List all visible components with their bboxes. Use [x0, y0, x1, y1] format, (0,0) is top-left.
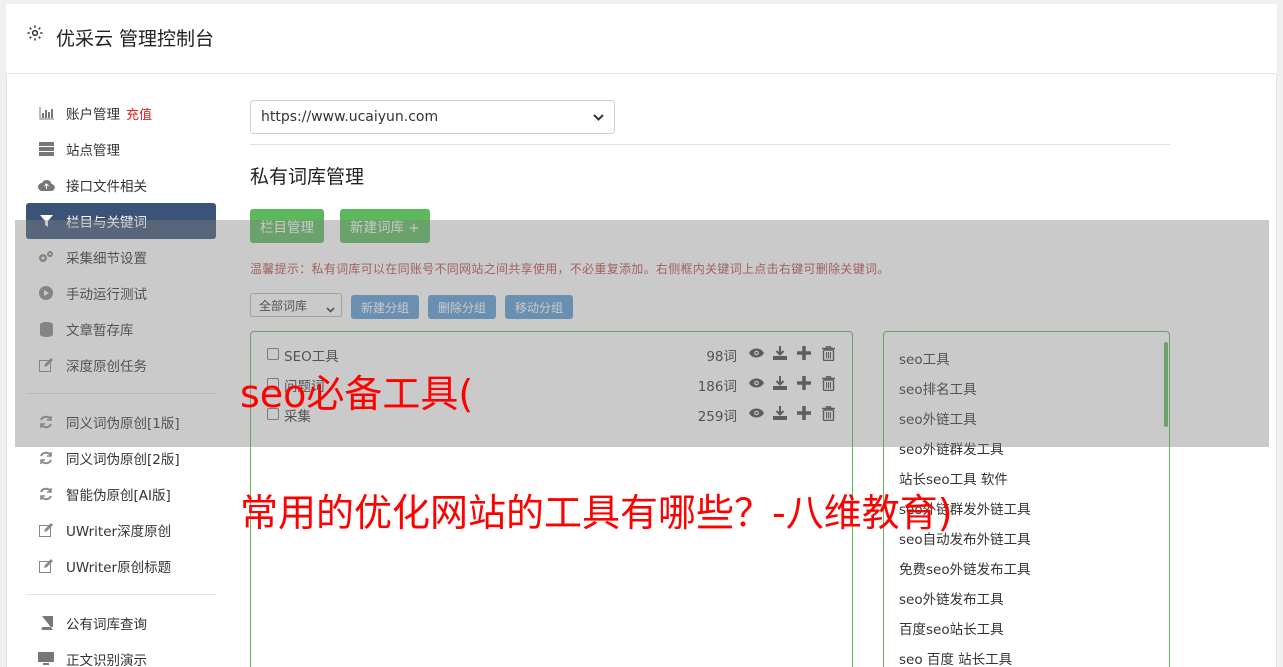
sidebar-item-account[interactable]: 账户管理 充值 [26, 95, 216, 131]
refresh-icon [37, 485, 55, 503]
cloud-upload-icon [37, 176, 55, 194]
sidebar-item-uwriter-deep[interactable]: UWriter深度原创 [26, 512, 216, 548]
edit-icon [37, 557, 55, 575]
sidebar-item-text-recognition[interactable]: 正文识别演示 [26, 641, 216, 667]
sidebar-item-label: 账户管理 [66, 107, 120, 123]
book-icon [37, 614, 55, 632]
app-header: 优采云 管理控制台 [6, 4, 1277, 74]
divider [250, 144, 1170, 145]
sidebar-item-label: 接口文件相关 [66, 179, 147, 195]
keyword-item[interactable]: seo外链发布工具 [899, 588, 1004, 608]
keyword-item[interactable]: seo 百度 站长工具 [899, 648, 1012, 667]
keyword-item[interactable]: 百度seo站长工具 [899, 618, 1004, 638]
sidebar-item-label: 公有词库查询 [66, 617, 147, 633]
bar-chart-icon [37, 104, 55, 122]
overlay-headline-line1: seo必备工具( [240, 372, 474, 416]
site-select-value: https://www.ucaiyun.com [261, 109, 439, 125]
edit-icon [37, 521, 55, 539]
chevron-down-icon [593, 109, 604, 125]
sidebar-item-sites[interactable]: 站点管理 [26, 131, 216, 167]
sidebar-item-uwriter-title[interactable]: UWriter原创标题 [26, 548, 216, 584]
sidebar-item-label: UWriter原创标题 [66, 560, 172, 576]
overlay-headline-line2: 常用的优化网站的工具有哪些？-八维教育) [240, 491, 953, 535]
section-title: 私有词库管理 [250, 166, 365, 188]
sidebar-item-label: 智能伪原创[AI版] [66, 488, 171, 504]
sidebar-item-label: 站点管理 [66, 143, 120, 159]
keyword-item[interactable]: 免费seo外链发布工具 [899, 558, 1031, 578]
sidebar-item-label: UWriter深度原创 [66, 524, 172, 540]
recharge-link[interactable]: 充值 [126, 104, 152, 123]
site-select[interactable]: https://www.ucaiyun.com [250, 100, 615, 134]
sidebar-item-public-lib[interactable]: 公有词库查询 [26, 605, 216, 641]
gear-icon [26, 24, 44, 42]
monitor-icon [37, 650, 55, 667]
app-title: 优采云 管理控制台 [56, 28, 215, 50]
sidebar-item-label: 同义词伪原创[2版] [66, 452, 180, 468]
sidebar-item-ai-original[interactable]: 智能伪原创[AI版] [26, 476, 216, 512]
overlay-band [15, 220, 1269, 447]
refresh-icon [37, 449, 55, 467]
sidebar-divider [26, 594, 216, 595]
sidebar-item-interface[interactable]: 接口文件相关 [26, 167, 216, 203]
server-icon [37, 140, 55, 158]
sidebar-item-label: 正文识别演示 [66, 653, 147, 667]
